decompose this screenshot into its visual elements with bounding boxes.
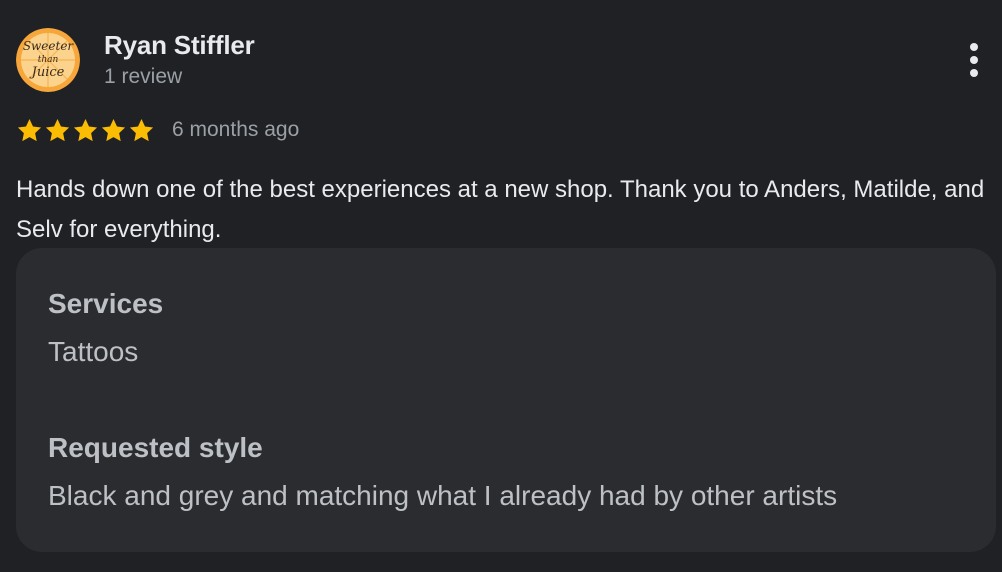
author-name[interactable]: Ryan Stiffler <box>104 28 255 62</box>
star-icon <box>17 118 42 141</box>
services-value: Tattoos <box>48 336 139 367</box>
star-icon <box>129 118 154 141</box>
rating-row: 6 months ago <box>16 114 299 146</box>
svg-text:than: than <box>38 55 59 65</box>
review-details-panel: Services Tattoos Requested style Black a… <box>16 248 996 552</box>
star-rating <box>16 117 156 144</box>
review-text: Hands down one of the best experiences a… <box>16 176 985 243</box>
review-card: Sweeter than Juice Ryan Stiffler 1 revie… <box>0 0 1002 572</box>
review-date: 6 months ago <box>172 118 300 141</box>
star-icon <box>73 118 98 141</box>
more-vertical-icon <box>970 43 978 77</box>
sweeter-than-juice-logo-icon: Sweeter than Juice <box>16 28 80 92</box>
star-icon <box>101 118 126 141</box>
requested-style-label: Requested style <box>48 432 263 463</box>
requested-style-value: Black and grey and matching what I alrea… <box>48 480 838 511</box>
star-icon <box>45 118 70 141</box>
svg-text:Juice: Juice <box>29 65 65 80</box>
more-options-button[interactable] <box>952 38 996 82</box>
avatar[interactable]: Sweeter than Juice <box>16 28 80 92</box>
services-label: Services <box>48 288 164 319</box>
author-review-count: 1 review <box>104 65 183 88</box>
svg-text:Sweeter: Sweeter <box>23 39 75 53</box>
